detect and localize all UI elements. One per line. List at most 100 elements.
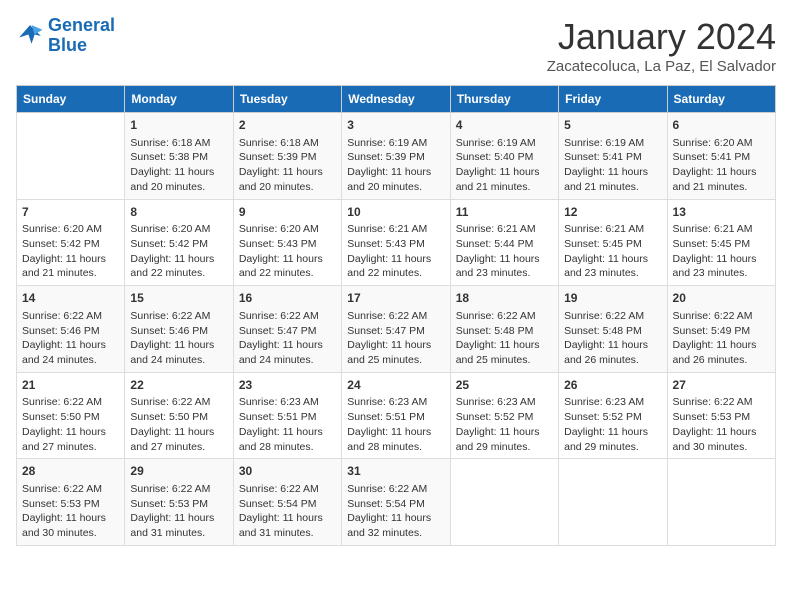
calendar-cell (667, 459, 775, 546)
calendar-cell: 7Sunrise: 6:20 AMSunset: 5:42 PMDaylight… (17, 199, 125, 286)
calendar-cell: 15Sunrise: 6:22 AMSunset: 5:46 PMDayligh… (125, 286, 233, 373)
calendar-week-row: 21 Sunrise: 6:22 AM Sunset: 5:50 PM Dayligh… (17, 372, 776, 459)
day-number: 31 (347, 463, 444, 480)
day-number: 4 (456, 117, 553, 134)
cell-content: Sunset: 5:50 PM (130, 410, 227, 425)
cell-content: Sunrise: 6:19 AM (347, 136, 444, 151)
cell-content: Sunrise: 6:21 AM (347, 222, 444, 237)
calendar-cell: 4 Sunrise: 6:19 AMSunset: 5:40 PMDaylight… (450, 113, 558, 200)
calendar-cell: 18Sunrise: 6:22 AMSunset: 5:48 PMDayligh… (450, 286, 558, 373)
cell-content: Sunset: 5:52 PM (456, 410, 553, 425)
calendar-week-row: 14Sunrise: 6:22 AMSunset: 5:46 PMDayligh… (17, 286, 776, 373)
cell-content: Sunset: 5:45 PM (564, 237, 661, 252)
calendar-header-cell: Tuesday (233, 86, 341, 113)
cell-content: Sunrise: 6:22 AM (130, 482, 227, 497)
calendar-cell: 8Sunrise: 6:20 AMSunset: 5:42 PMDaylight… (125, 199, 233, 286)
day-number: 24 (347, 377, 444, 394)
cell-content: Sunset: 5:49 PM (673, 324, 770, 339)
cell-content: Sunrise: 6:22 AM (22, 309, 119, 324)
calendar-cell: 6Sunrise: 6:20 AMSunset: 5:41 PMDaylight… (667, 113, 775, 200)
day-number: 26 (564, 377, 661, 394)
cell-content: Daylight: 11 hours and 25 minutes. (347, 338, 444, 367)
cell-content: Sunrise: 6:22 AM (347, 309, 444, 324)
cell-content: Sunrise: 6:22 AM (239, 482, 336, 497)
calendar-cell: 14Sunrise: 6:22 AMSunset: 5:46 PMDayligh… (17, 286, 125, 373)
calendar-cell: 13Sunrise: 6:21 AMSunset: 5:45 PMDayligh… (667, 199, 775, 286)
calendar-cell (559, 459, 667, 546)
day-number: 7 (22, 204, 119, 221)
cell-content: Sunrise: 6:22 AM (564, 309, 661, 324)
cell-content: Daylight: 11 hours and 24 minutes. (239, 338, 336, 367)
calendar-cell: 27Sunrise: 6:22 AMSunset: 5:53 PMDayligh… (667, 372, 775, 459)
calendar-cell: 19Sunrise: 6:22 AMSunset: 5:48 PMDayligh… (559, 286, 667, 373)
cell-content: Daylight: 11 hours and 21 minutes. (456, 165, 553, 194)
cell-content: Sunset: 5:53 PM (22, 497, 119, 512)
cell-content: Daylight: 11 hours and 27 minutes. (22, 425, 119, 454)
calendar-header-cell: Wednesday (342, 86, 450, 113)
day-number: 14 (22, 290, 119, 307)
cell-content: Daylight: 11 hours and 21 minutes. (564, 165, 661, 194)
calendar-header-cell: Saturday (667, 86, 775, 113)
cell-content: Sunrise: 6:22 AM (673, 395, 770, 410)
cell-content: Daylight: 11 hours and 29 minutes. (564, 425, 661, 454)
location-subtitle: Zacatecoluca, La Paz, El Salvador (547, 58, 776, 75)
cell-content: Sunset: 5:45 PM (673, 237, 770, 252)
cell-content: Daylight: 11 hours and 22 minutes. (130, 252, 227, 281)
calendar-cell: 9Sunrise: 6:20 AMSunset: 5:43 PMDaylight… (233, 199, 341, 286)
cell-content: Sunrise: 6:19 AM (456, 136, 553, 151)
cell-content: Sunrise: 6:23 AM (347, 395, 444, 410)
cell-content: Sunset: 5:41 PM (564, 150, 661, 165)
cell-content: Daylight: 11 hours and 30 minutes. (22, 511, 119, 540)
calendar-cell (17, 113, 125, 200)
cell-content: Sunset: 5:53 PM (673, 410, 770, 425)
cell-content: Sunset: 5:43 PM (239, 237, 336, 252)
cell-content: Sunrise: 6:21 AM (564, 222, 661, 237)
cell-content: Sunset: 5:51 PM (347, 410, 444, 425)
cell-content: Sunrise: 6:21 AM (673, 222, 770, 237)
cell-content: Sunrise: 6:22 AM (130, 309, 227, 324)
cell-content: Sunrise: 6:22 AM (673, 309, 770, 324)
calendar-cell: 12Sunrise: 6:21 AMSunset: 5:45 PMDayligh… (559, 199, 667, 286)
month-title: January 2024 (547, 16, 776, 58)
cell-content: Sunrise: 6:21 AM (456, 222, 553, 237)
day-number: 18 (456, 290, 553, 307)
calendar-cell: 23Sunrise: 6:23 AMSunset: 5:51 PMDayligh… (233, 372, 341, 459)
day-number: 2 (239, 117, 336, 134)
calendar-cell: 20 Sunrise: 6:22 AMSunset: 5:49 PMDayligh… (667, 286, 775, 373)
calendar-cell: 31Sunrise: 6:22 AMSunset: 5:54 PMDayligh… (342, 459, 450, 546)
cell-content: Daylight: 11 hours and 28 minutes. (239, 425, 336, 454)
day-number: 20 (673, 290, 770, 307)
calendar-cell: 22Sunrise: 6:22 AMSunset: 5:50 PMDayligh… (125, 372, 233, 459)
cell-content: Sunset: 5:47 PM (347, 324, 444, 339)
cell-content: Daylight: 11 hours and 32 minutes. (347, 511, 444, 540)
cell-content: Sunset: 5:47 PM (239, 324, 336, 339)
cell-content: Sunrise: 6:18 AM (130, 136, 227, 151)
cell-content: Daylight: 11 hours and 26 minutes. (673, 338, 770, 367)
cell-content: Sunrise: 6:22 AM (347, 482, 444, 497)
cell-content: Sunset: 5:39 PM (347, 150, 444, 165)
cell-content: Sunset: 5:42 PM (130, 237, 227, 252)
calendar-header-row: SundayMondayTuesdayWednesdayThursdayFrid… (17, 86, 776, 113)
cell-content: Daylight: 11 hours and 21 minutes. (673, 165, 770, 194)
day-number: 11 (456, 204, 553, 221)
calendar-body: 1Sunrise: 6:18 AMSunset: 5:38 PMDaylight… (17, 113, 776, 546)
cell-content: Sunset: 5:48 PM (456, 324, 553, 339)
day-number: 21 (22, 377, 119, 394)
day-number: 8 (130, 204, 227, 221)
calendar-cell: 1Sunrise: 6:18 AMSunset: 5:38 PMDaylight… (125, 113, 233, 200)
cell-content: Sunset: 5:44 PM (456, 237, 553, 252)
calendar-header-cell: Sunday (17, 86, 125, 113)
cell-content: Sunset: 5:42 PM (22, 237, 119, 252)
calendar-cell: 24Sunrise: 6:23 AMSunset: 5:51 PMDayligh… (342, 372, 450, 459)
day-number: 17 (347, 290, 444, 307)
day-number: 29 (130, 463, 227, 480)
calendar-week-row: 28Sunrise: 6:22 AMSunset: 5:53 PMDayligh… (17, 459, 776, 546)
cell-content: Sunset: 5:40 PM (456, 150, 553, 165)
day-number: 25 (456, 377, 553, 394)
calendar-cell: 29Sunrise: 6:22 AMSunset: 5:53 PMDayligh… (125, 459, 233, 546)
logo-text: General Blue (48, 16, 115, 56)
cell-content: Sunset: 5:43 PM (347, 237, 444, 252)
day-number: 16 (239, 290, 336, 307)
cell-content: Sunset: 5:46 PM (130, 324, 227, 339)
cell-content: Sunrise: 6:22 AM (22, 482, 119, 497)
